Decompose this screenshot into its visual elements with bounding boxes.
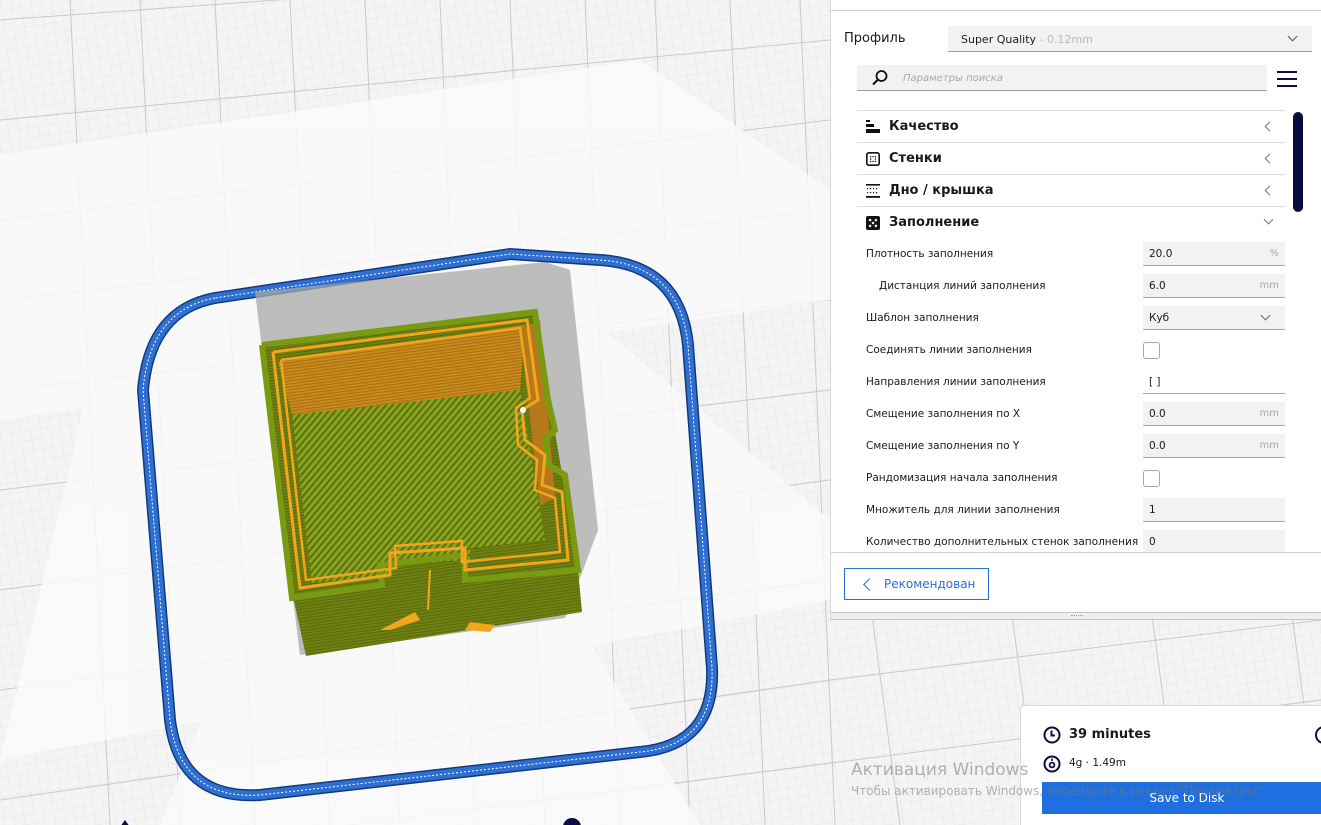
setting-value: Куб: [1149, 312, 1170, 324]
category-label: Заполнение: [889, 215, 980, 230]
clock-icon: [1043, 726, 1061, 744]
setting-extra-infill-wall-count: Количество дополнительных стенок заполне…: [857, 526, 1285, 552]
chevron-left-icon: [863, 578, 876, 591]
spool-icon: [1043, 755, 1061, 773]
sliced-model[interactable]: [259, 308, 582, 656]
category-top-bottom[interactable]: Дно / крышка: [857, 174, 1285, 206]
setting-infill-line-directions: Направления линии заполнения [ ]: [857, 366, 1285, 398]
infill-icon: [866, 216, 880, 230]
category-quality[interactable]: Качество: [857, 110, 1285, 142]
category-walls[interactable]: Стенки: [857, 142, 1285, 174]
panel-divider: [831, 552, 1321, 553]
setting-value: [ ]: [1149, 376, 1161, 388]
setting-infill-line-multiplier: Множитель для линии заполнения 1: [857, 494, 1285, 526]
infill-density-input[interactable]: 20.0 %: [1143, 242, 1285, 266]
setting-label: Смещение заполнения по Y: [866, 440, 1020, 452]
category-label: Стенки: [889, 151, 942, 166]
walls-icon: [866, 152, 880, 166]
infill-line-multiplier-input[interactable]: 1: [1143, 498, 1285, 522]
settings-scrollbar[interactable]: [1293, 112, 1303, 212]
setting-infill-pattern: Шаблон заполнения Куб: [857, 302, 1285, 334]
chevron-down-icon: [1287, 31, 1298, 42]
setting-label: Дистанция линий заполнения: [879, 280, 1046, 292]
setting-label: Плотность заполнения: [866, 248, 994, 260]
chevron-down-icon: [1263, 214, 1274, 225]
print-settings-panel: Профиль Super Quality - 0.12mm Качество: [830, 0, 1321, 620]
panel-resize-handle[interactable]: [831, 612, 1321, 620]
category-label: Качество: [889, 119, 959, 134]
save-to-disk-button[interactable]: Save to Disk: [1042, 782, 1321, 814]
settings-list[interactable]: Качество Стенки Дно / крышка Заполнение …: [857, 110, 1285, 552]
profile-label: Профиль: [844, 31, 906, 46]
setting-connect-infill-lines: Соединять линии заполнения: [857, 334, 1285, 366]
setting-infill-y-offset: Смещение заполнения по Y 0.0 mm: [857, 430, 1285, 462]
setting-infill-density: Плотность заполнения 20.0 %: [857, 238, 1285, 270]
search-icon: [872, 70, 888, 86]
chevron-down-icon: [1260, 310, 1271, 321]
setting-value: 0: [1149, 536, 1156, 548]
setting-unit: mm: [1259, 408, 1279, 419]
connect-infill-lines-checkbox[interactable]: [1143, 342, 1160, 359]
settings-search-box[interactable]: [857, 65, 1267, 91]
setting-infill-x-offset: Смещение заполнения по X 0.0 mm: [857, 398, 1285, 430]
extra-infill-wall-count-input[interactable]: 0: [1143, 530, 1285, 552]
setting-unit: mm: [1259, 280, 1279, 291]
category-label: Дно / крышка: [889, 183, 994, 198]
infill-line-distance-input[interactable]: 6.0 mm: [1143, 274, 1285, 298]
setting-value: 0.0: [1149, 408, 1166, 420]
chevron-left-icon: [1264, 153, 1275, 164]
setting-value: 0.0: [1149, 440, 1166, 452]
print-output-panel: 39 minutes 4g · 1.49m Save to Disk: [1020, 705, 1321, 825]
setting-value: 6.0: [1149, 280, 1166, 292]
infill-y-offset-input[interactable]: 0.0 mm: [1143, 434, 1285, 458]
setting-randomize-infill-start: Рандомизация начала заполнения: [857, 462, 1285, 494]
view-orientation-arrow[interactable]: [120, 820, 130, 825]
setting-label: Рандомизация начала заполнения: [866, 472, 1058, 484]
infill-line-directions-input[interactable]: [ ]: [1143, 370, 1285, 394]
settings-search-input[interactable]: [903, 69, 1253, 87]
category-infill[interactable]: Заполнение: [857, 206, 1285, 238]
chevron-left-icon: [1264, 185, 1275, 196]
setting-unit: %: [1269, 248, 1279, 259]
top-bottom-icon: [866, 184, 880, 198]
profile-name: Super Quality - 0.12mm: [961, 33, 1093, 46]
recommended-mode-button[interactable]: Рекомендован: [844, 568, 989, 600]
setting-label: Множитель для линии заполнения: [866, 504, 1060, 516]
quality-icon: [866, 120, 880, 133]
print-time: 39 minutes: [1069, 727, 1151, 742]
setting-value: 1: [1149, 504, 1156, 516]
material-usage: 4g · 1.49m: [1069, 757, 1126, 769]
chevron-left-icon: [1264, 121, 1275, 132]
randomize-infill-start-checkbox[interactable]: [1143, 470, 1160, 487]
panel-divider: [831, 10, 1321, 11]
setting-label: Смещение заполнения по X: [866, 408, 1021, 420]
profile-row: Профиль Super Quality - 0.12mm: [844, 26, 1312, 53]
profile-dropdown[interactable]: Super Quality - 0.12mm: [948, 26, 1312, 52]
profile-layer-height: - 0.12mm: [1036, 33, 1093, 46]
setting-label: Шаблон заполнения: [866, 312, 979, 324]
profile-name-text: Super Quality: [961, 33, 1037, 46]
infill-pattern-dropdown[interactable]: Куб: [1143, 306, 1285, 330]
setting-label: Соединять линии заполнения: [866, 344, 1032, 356]
infill-x-offset-input[interactable]: 0.0 mm: [1143, 402, 1285, 426]
save-to-disk-label: Save to Disk: [1149, 791, 1225, 805]
print-details-info-icon[interactable]: [1315, 726, 1321, 744]
setting-label: Направления линии заполнения: [866, 376, 1046, 388]
grip-dots-icon: [1071, 615, 1083, 617]
setting-value: 20.0: [1149, 248, 1173, 260]
recommended-label: Рекомендован: [884, 577, 976, 591]
setting-label: Количество дополнительных стенок заполне…: [866, 536, 1139, 548]
setting-infill-line-distance: Дистанция линий заполнения 6.0 mm: [857, 270, 1285, 302]
setting-unit: mm: [1259, 440, 1279, 451]
settings-visibility-menu-icon[interactable]: [1277, 70, 1297, 88]
